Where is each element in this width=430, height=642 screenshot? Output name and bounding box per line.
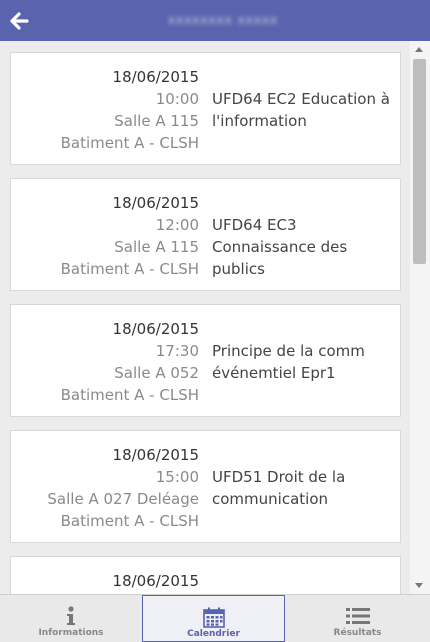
session-list[interactable]: 18/06/2015 10:00 Salle A 115 Batiment A …: [0, 41, 410, 594]
session-date: 18/06/2015: [112, 320, 199, 338]
session-building: Batiment A - CLSH: [60, 134, 199, 152]
page-title: xxxxxxxx xxxxx: [168, 13, 279, 27]
session-room: Salle A 027 Deléage: [47, 490, 199, 508]
scroll-up-arrow-icon[interactable]: [415, 47, 423, 52]
session-time: 10:00: [155, 90, 199, 108]
info-icon: [65, 605, 77, 627]
scrollbar[interactable]: [410, 41, 430, 594]
course-title-line: UFD64 EC3: [212, 216, 297, 234]
tab-calendrier[interactable]: Calendrier: [142, 595, 285, 642]
tab-label: Résultats: [333, 628, 382, 638]
session-room: Salle A 115: [114, 112, 199, 130]
session-card[interactable]: 18/06/2015 10:00 Salle A 115 Batiment A …: [10, 52, 401, 165]
scroll-down-arrow-icon[interactable]: [415, 583, 423, 588]
course-title-line: publics: [212, 260, 265, 278]
session-card[interactable]: 18/06/2015 15:00 Salle A 027 Deléage Bat…: [10, 430, 401, 543]
session-room: Salle A 052: [114, 364, 199, 382]
tab-resultats[interactable]: Résultats: [285, 595, 430, 642]
course-title-line: l'information: [212, 112, 307, 130]
session-building: Batiment A - CLSH: [60, 386, 199, 404]
calendar-icon: [202, 606, 225, 628]
course-title-line: Principe de la comm: [212, 342, 365, 360]
session-card[interactable]: 18/06/2015 17:30 Salle A 052 Batiment A …: [10, 304, 401, 417]
app-header: xxxxxxxx xxxxx: [0, 0, 430, 41]
session-time: 17:30: [155, 342, 199, 360]
session-card[interactable]: 18/06/2015 12:00 Salle A 115 Batiment A …: [10, 178, 401, 291]
session-building: Batiment A - CLSH: [60, 260, 199, 278]
session-room: Salle A 115: [114, 238, 199, 256]
session-date: 18/06/2015: [112, 446, 199, 464]
session-date: 18/06/2015: [112, 194, 199, 212]
tab-label: Calendrier: [187, 629, 240, 639]
session-card[interactable]: 18/06/2015: [10, 556, 401, 594]
session-date: 18/06/2015: [112, 68, 199, 86]
arrow-left-icon: [10, 12, 29, 30]
bottom-tab-bar: Informations Calendrier Résultats: [0, 594, 430, 642]
session-time: 12:00: [155, 216, 199, 234]
session-building: Batiment A - CLSH: [60, 512, 199, 530]
back-button[interactable]: [6, 8, 32, 34]
course-title-line: événemtiel Epr1: [212, 364, 336, 382]
course-title-line: UFD64 EC2 Education à: [212, 90, 390, 108]
course-title-line: Connaissance des: [212, 238, 348, 256]
course-title-line: communication: [212, 490, 329, 508]
session-date: 18/06/2015: [112, 572, 199, 590]
course-title-line: UFD51 Droit de la: [212, 468, 346, 486]
session-time: 15:00: [155, 468, 199, 486]
scrollbar-thumb[interactable]: [413, 59, 426, 264]
tab-informations[interactable]: Informations: [0, 595, 142, 642]
tab-label: Informations: [38, 628, 104, 638]
list-icon: [345, 605, 370, 627]
